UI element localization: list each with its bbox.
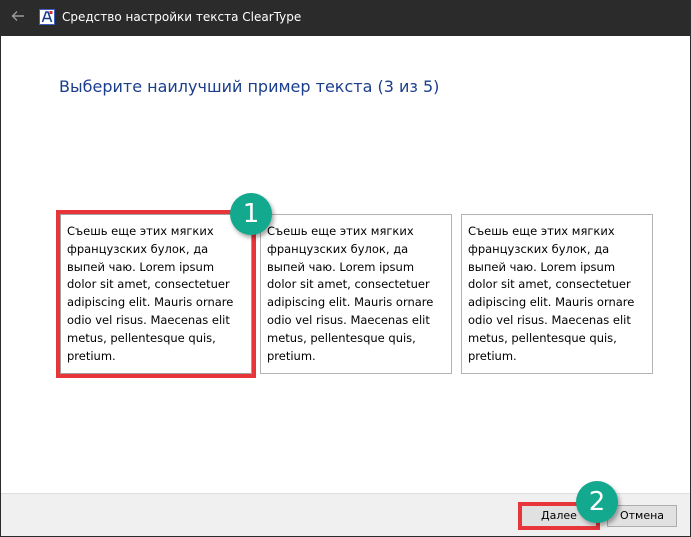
- text-sample-2-text: Съешь еще этих мягких французских булок,…: [267, 224, 434, 363]
- title-bar: Средство настройки текста ClearType: [1, 0, 690, 36]
- cleartype-window: Средство настройки текста ClearType Выбе…: [0, 0, 691, 537]
- text-sample-3[interactable]: Съешь еще этих мягких французских булок,…: [461, 214, 653, 374]
- step-badge-1: 1: [230, 193, 272, 235]
- page-heading: Выберите наилучший пример текста (3 из 5…: [59, 77, 440, 96]
- cleartype-app-icon: [39, 9, 55, 25]
- step-badge-2: 2: [576, 481, 618, 523]
- back-arrow-icon[interactable]: [10, 8, 26, 24]
- text-sample-1[interactable]: Съешь еще этих мягких французских булок,…: [56, 210, 256, 378]
- text-sample-1-text: Съешь еще этих мягких французских булок,…: [67, 224, 234, 363]
- window-title: Средство настройки текста ClearType: [62, 10, 302, 24]
- text-sample-2[interactable]: Съешь еще этих мягких французских булок,…: [260, 214, 452, 374]
- text-sample-3-text: Съешь еще этих мягких французских булок,…: [468, 224, 635, 363]
- cancel-button[interactable]: Отмена: [607, 505, 677, 527]
